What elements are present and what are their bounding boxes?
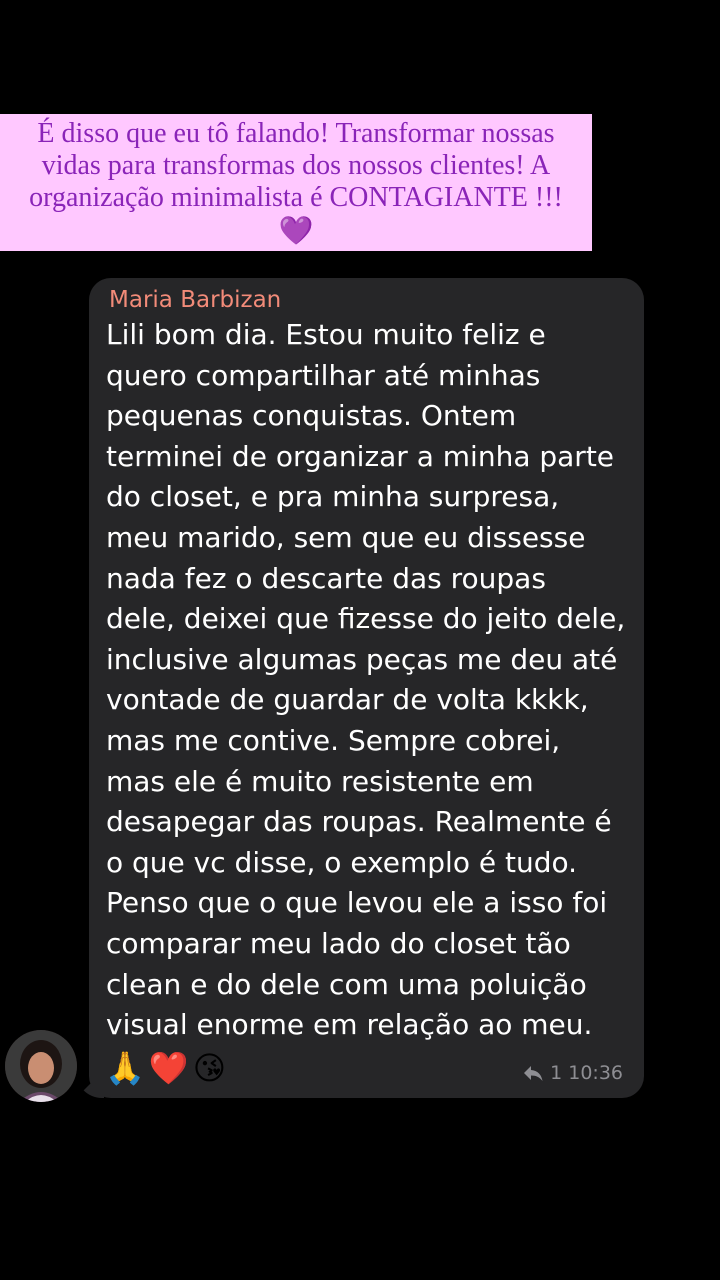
message-line: vontade de guardar de volta kkkk,: [106, 683, 589, 717]
message-text: Lili bom dia. Estou muito feliz e quero …: [106, 315, 636, 1046]
avatar-photo-icon: [5, 1030, 77, 1102]
caption-line: organização minimalista é CONTAGIANTE !!…: [29, 182, 563, 213]
red-heart-emoji: ❤️: [148, 1049, 189, 1087]
message-line: Penso que o que levou ele a isso foi: [106, 886, 608, 920]
reply-arrow-icon[interactable]: [522, 1064, 544, 1082]
message-line: meu marido, sem que eu dissesse: [106, 520, 586, 554]
message-line: visual enorme em relação ao meu.: [106, 1008, 593, 1042]
caption-line: vidas para transformas dos nossos client…: [41, 150, 551, 181]
message-line: mas me contive. Sempre cobrei,: [106, 723, 561, 757]
message-line: quero compartilhar até minhas: [106, 358, 541, 392]
message-line: mas ele é muito resistente em: [106, 764, 534, 798]
message-meta: 1 10:36: [522, 1060, 623, 1086]
message-time: 10:36: [568, 1062, 623, 1084]
kiss-face-emoji: 😘: [192, 1049, 227, 1087]
message-line: nada fez o descarte das roupas: [106, 561, 546, 595]
message-bubble[interactable]: Maria Barbizan Lili bom dia. Estou muito…: [89, 278, 644, 1098]
reply-count[interactable]: 1: [550, 1060, 562, 1086]
message-line: inclusive algumas peças me deu até: [106, 642, 618, 676]
caption-line: É disso que eu tô falando! Transformar n…: [37, 118, 555, 149]
sender-name[interactable]: Maria Barbizan: [109, 282, 281, 318]
message-line: comparar meu lado do closet tão: [106, 926, 571, 960]
purple-heart-emoji: 💜: [278, 216, 314, 247]
message-line: o que vc disse, o exemplo é tudo.: [106, 845, 578, 879]
message-emojis: 🙏 ❤️ 😘: [105, 1046, 226, 1090]
message-line: clean e do dele com uma poluição: [106, 967, 587, 1001]
message-line: Lili bom dia. Estou muito feliz e: [106, 318, 546, 351]
story-caption: É disso que eu tô falando! Transformar n…: [0, 114, 592, 251]
message-line: do closet, e pra minha surpresa,: [106, 480, 560, 514]
message-line: terminei de organizar a minha parte: [106, 439, 615, 473]
message-line: dele, deixei que fizesse do jeito dele,: [106, 602, 626, 636]
folded-hands-emoji: 🙏: [105, 1049, 145, 1087]
message-line: pequenas conquistas. Ontem: [106, 399, 517, 433]
message-line: desapegar das roupas. Realmente é: [106, 805, 612, 839]
sender-avatar[interactable]: [5, 1030, 77, 1102]
